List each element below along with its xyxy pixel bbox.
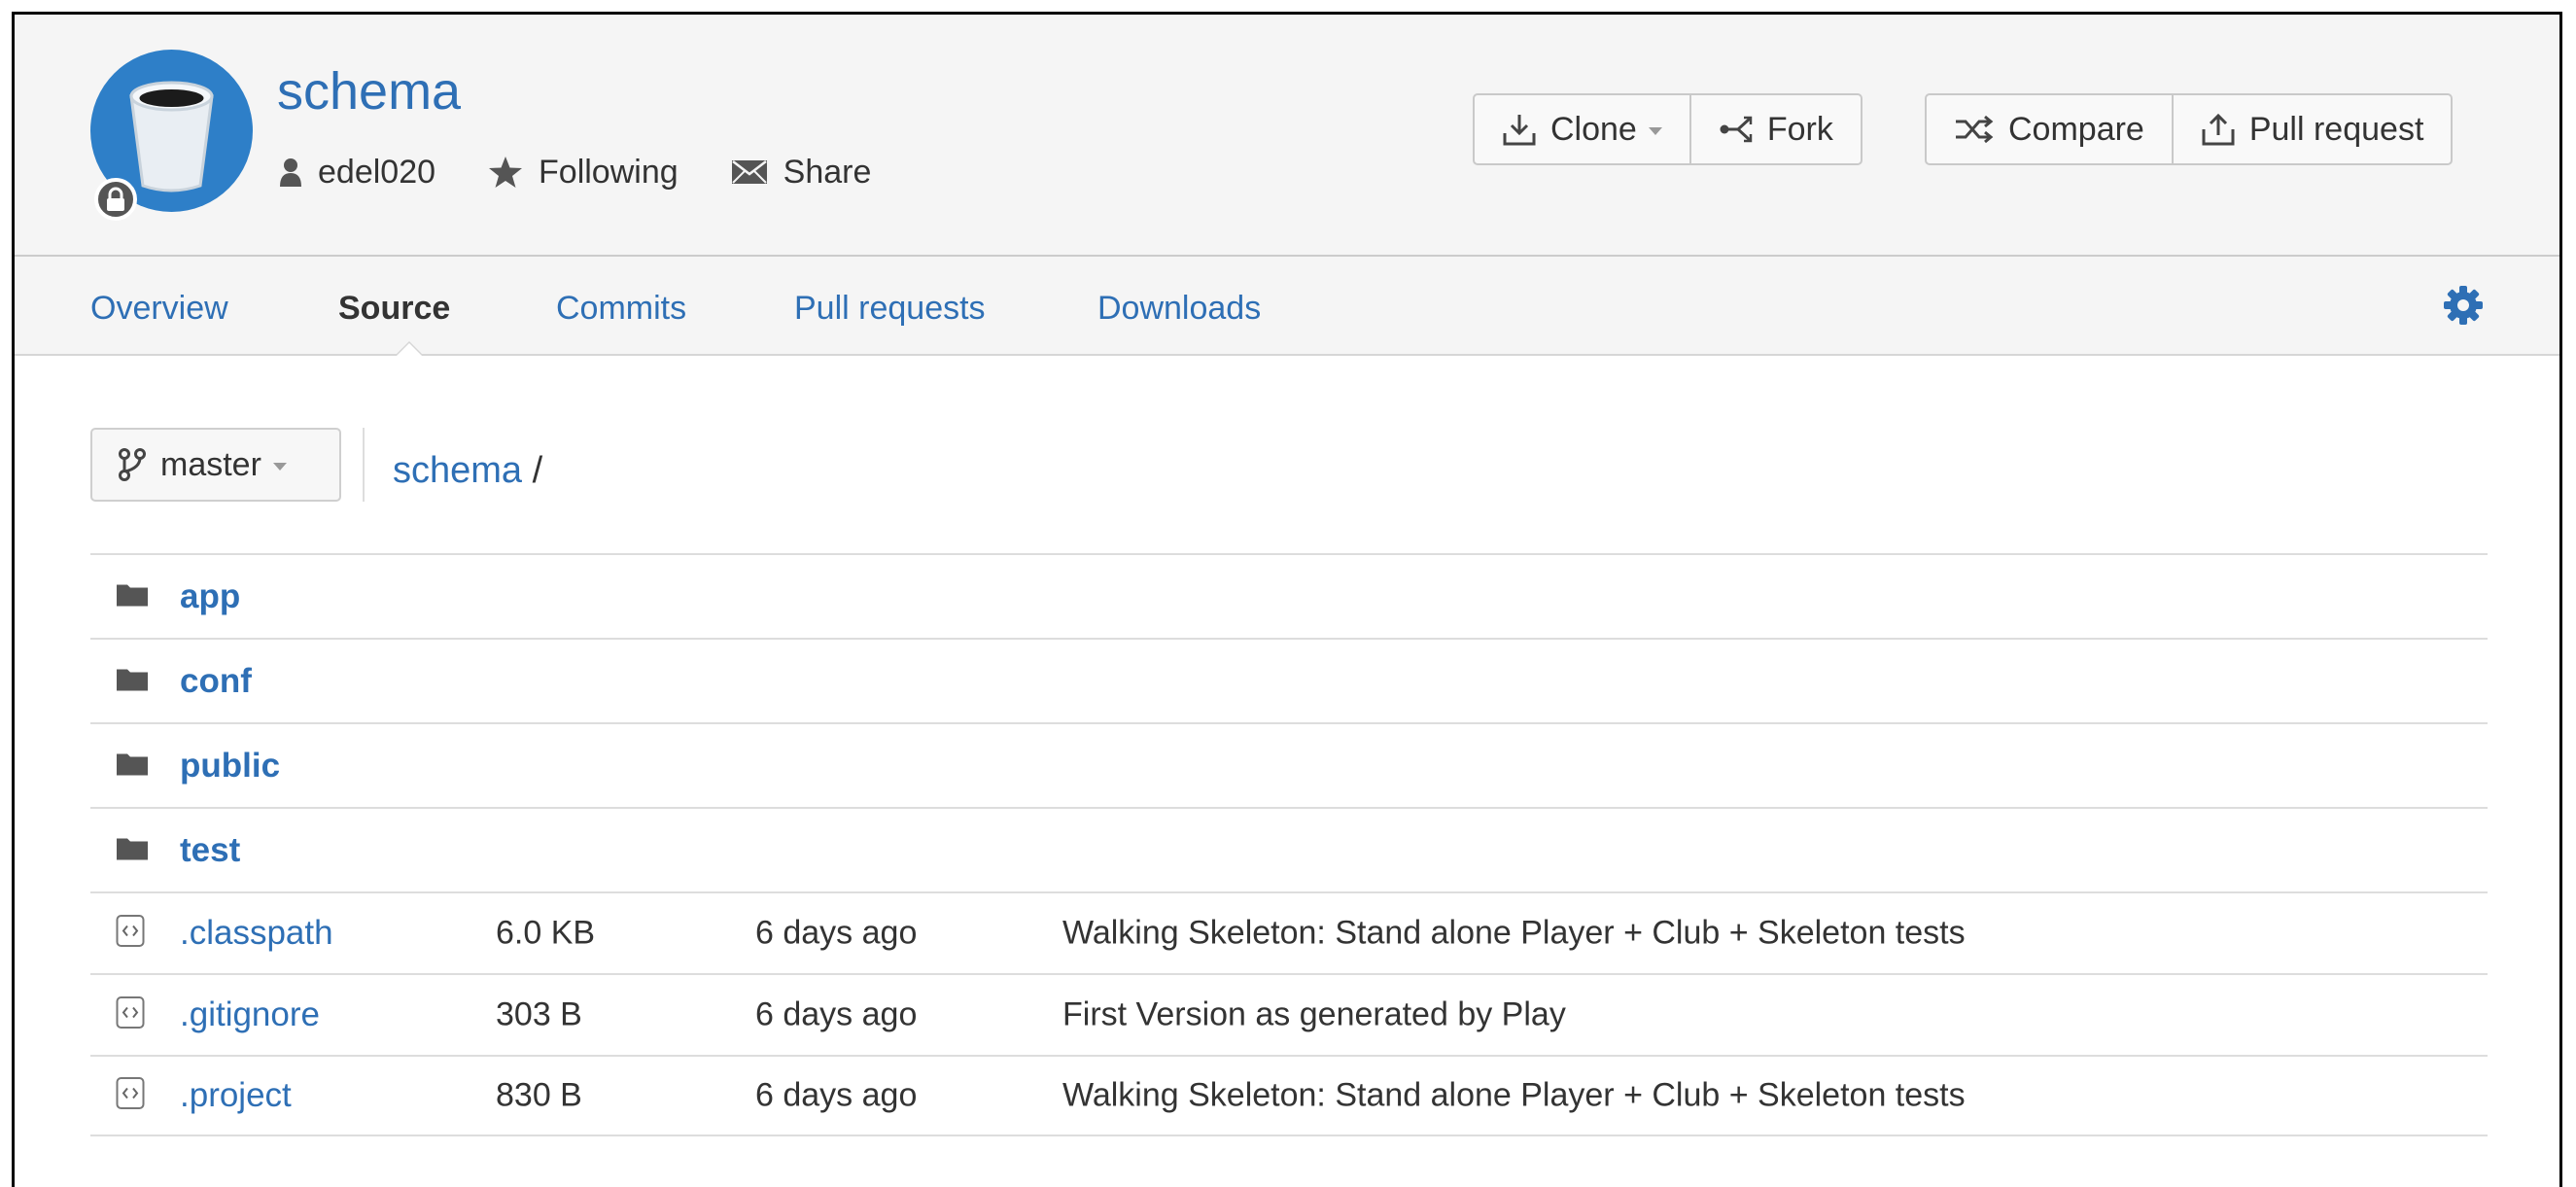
list-item[interactable]: app <box>90 553 2488 638</box>
share-button[interactable]: Share <box>731 153 872 192</box>
list-item[interactable]: public <box>90 722 2488 807</box>
folder-icon <box>116 666 149 696</box>
repository-page: schema edel020 Following Share Clone For… <box>12 12 2562 1187</box>
breadcrumb: schema / <box>393 450 542 492</box>
branch-icon <box>119 448 146 481</box>
fork-button[interactable]: Fork <box>1688 95 1861 163</box>
code-file-icon <box>116 915 145 953</box>
file-date: 6 days ago <box>755 914 918 952</box>
directory-name[interactable]: test <box>180 831 240 870</box>
compare-label: Compare <box>2008 110 2144 148</box>
clone-fork-group: Clone Fork <box>1473 93 1862 165</box>
file-size: 6.0 KB <box>496 914 596 952</box>
breadcrumb-separator: / <box>532 450 543 491</box>
fork-label: Fork <box>1766 110 1833 148</box>
file-size: 830 B <box>496 1076 582 1114</box>
commit-message: First Version as generated by Play <box>1062 995 1566 1033</box>
file-list: app conf public test .classpath 6.0 KB 6… <box>90 553 2488 1136</box>
directory-name[interactable]: conf <box>180 662 252 701</box>
list-item[interactable]: test <box>90 807 2488 891</box>
user-icon <box>280 158 301 187</box>
shuffle-icon <box>1956 115 1994 144</box>
commit-message: Walking Skeleton: Stand alone Player + C… <box>1062 1076 1966 1114</box>
file-size: 303 B <box>496 995 582 1033</box>
envelope-icon <box>731 160 767 184</box>
private-lock-badge <box>94 178 137 221</box>
folder-icon <box>116 835 149 865</box>
folder-icon <box>116 581 149 611</box>
chevron-down-icon <box>1648 127 1662 135</box>
clone-button[interactable]: Clone <box>1475 95 1689 163</box>
tab-source[interactable]: Source <box>338 290 450 328</box>
compare-button[interactable]: Compare <box>1927 95 2172 163</box>
list-item[interactable]: .project 830 B 6 days ago Walking Skelet… <box>90 1055 2488 1136</box>
upload-icon <box>2202 113 2235 146</box>
repo-header: schema edel020 Following Share Clone For… <box>15 15 2559 257</box>
file-name[interactable]: .gitignore <box>180 995 320 1034</box>
lock-icon <box>107 187 124 211</box>
compare-pr-group: Compare Pull request <box>1925 93 2454 165</box>
repo-meta: edel020 Following Share <box>279 153 923 192</box>
star-icon <box>489 157 523 188</box>
divider <box>363 428 365 502</box>
file-name[interactable]: .project <box>180 1076 292 1115</box>
download-icon <box>1503 115 1536 146</box>
settings-gear-icon[interactable] <box>2443 285 2484 331</box>
directory-name[interactable]: public <box>180 747 280 786</box>
owner-link[interactable]: edel020 <box>279 154 435 192</box>
clone-label: Clone <box>1550 110 1637 148</box>
pull-request-button[interactable]: Pull request <box>2171 95 2452 163</box>
following-button[interactable]: Following <box>488 154 679 192</box>
repo-tabs: Overview Source Commits Pull requests Do… <box>15 257 2559 356</box>
branch-name: master <box>160 445 261 483</box>
following-label: Following <box>539 153 679 191</box>
list-item[interactable]: conf <box>90 638 2488 722</box>
code-file-icon <box>116 1077 145 1115</box>
tab-overview[interactable]: Overview <box>90 290 228 328</box>
fork-icon <box>1720 116 1753 143</box>
share-label: Share <box>783 153 872 191</box>
owner-name: edel020 <box>318 153 436 191</box>
folder-icon <box>116 751 149 781</box>
directory-name[interactable]: app <box>180 577 240 616</box>
tab-downloads[interactable]: Downloads <box>1097 290 1261 328</box>
branch-selector[interactable]: master <box>90 428 341 502</box>
code-file-icon <box>116 996 145 1034</box>
repo-name[interactable]: schema <box>277 65 461 118</box>
file-date: 6 days ago <box>755 1076 918 1114</box>
chevron-down-icon <box>272 463 287 471</box>
list-item[interactable]: .gitignore 303 B 6 days ago First Versio… <box>90 973 2488 1055</box>
tab-commits[interactable]: Commits <box>556 290 686 328</box>
active-tab-indicator <box>395 341 424 356</box>
pull-request-label: Pull request <box>2248 110 2424 148</box>
file-date: 6 days ago <box>755 995 918 1033</box>
commit-message: Walking Skeleton: Stand alone Player + C… <box>1062 914 1966 952</box>
file-name[interactable]: .classpath <box>180 914 333 953</box>
tab-pull-requests[interactable]: Pull requests <box>794 290 986 328</box>
list-item[interactable]: .classpath 6.0 KB 6 days ago Walking Ske… <box>90 891 2488 973</box>
breadcrumb-root-link[interactable]: schema <box>393 450 522 491</box>
